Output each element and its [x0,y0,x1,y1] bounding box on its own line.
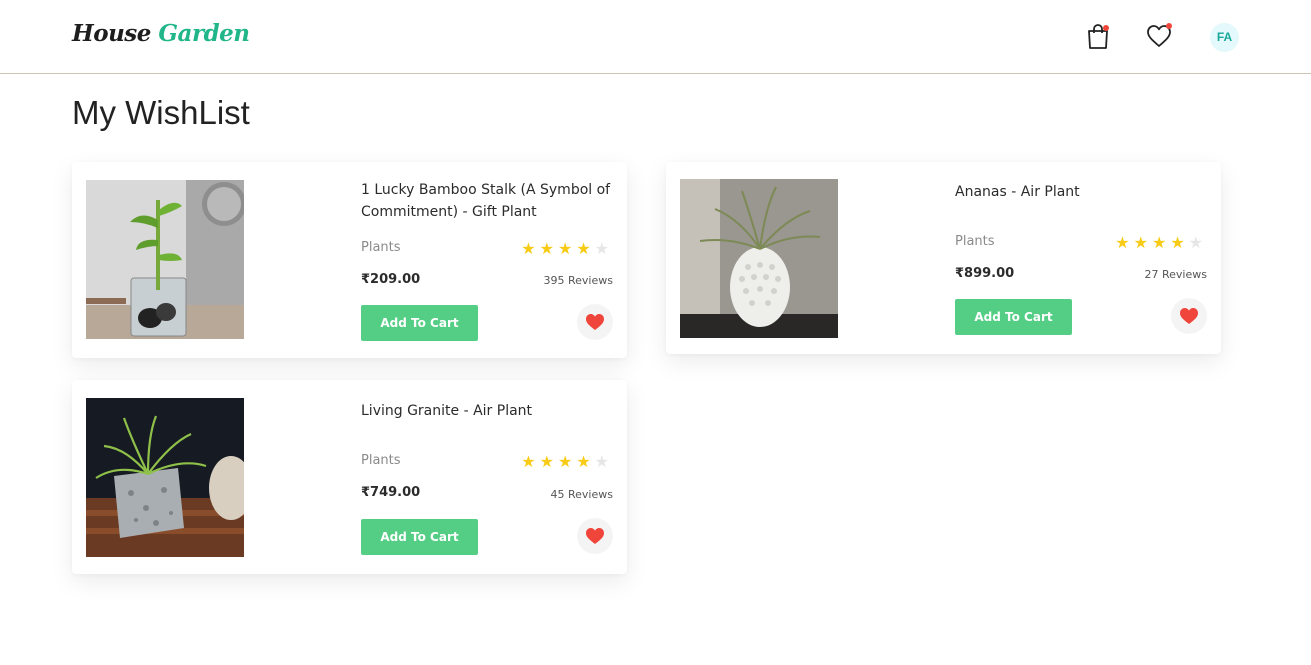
star-empty-icon: ★ [594,239,613,258]
top-navbar: House Garden FA [0,0,1311,74]
wishlist-card: Living Granite - Air Plant Plants ★★★★★ … [72,380,627,574]
product-name[interactable]: Living Granite - Air Plant [361,400,621,422]
heart-filled-icon [586,528,604,544]
star-icon: ★ [557,452,577,471]
logo[interactable]: House Garden [72,20,250,47]
star-empty-icon: ★ [1188,233,1207,252]
wishlist-button[interactable] [1146,22,1172,50]
product-image-ananas[interactable] [680,179,838,338]
review-count[interactable]: 395 Reviews [544,274,613,287]
product-image-living-granite[interactable] [86,398,244,557]
wishlist-notification-dot [1166,23,1172,29]
product-name[interactable]: Ananas - Air Plant [955,181,1215,203]
product-price: ₹209.00 [361,272,421,287]
product-price: ₹749.00 [361,485,421,500]
cart-notification-dot [1103,25,1109,31]
logo-word-house: House [72,20,151,47]
star-icon: ★ [1170,233,1189,252]
page-title: My WishList [72,94,250,131]
heart-filled-icon [1180,308,1198,324]
star-icon: ★ [576,239,595,258]
star-icon: ★ [1151,233,1171,252]
wishlist-card: 1 Lucky Bamboo Stalk (A Symbol of Commit… [72,162,627,358]
heart-filled-icon [586,314,604,330]
cart-button[interactable] [1085,22,1111,50]
star-icon: ★ [521,239,540,258]
star-rating: ★★★★★ [521,241,613,257]
wishlist-card: Ananas - Air Plant Plants ★★★★★ ₹899.00 … [666,162,1221,354]
star-rating: ★★★★★ [521,454,613,470]
product-image-lucky-bamboo[interactable] [86,180,244,339]
star-icon: ★ [539,239,558,258]
review-count[interactable]: 27 Reviews [1145,268,1207,281]
product-category: Plants [361,453,401,468]
logo-word-garden: Garden [158,20,250,47]
add-to-cart-button[interactable]: Add To Cart [361,305,478,341]
product-category: Plants [361,240,401,255]
star-icon: ★ [539,452,558,471]
remove-from-wishlist-button[interactable] [1171,298,1207,334]
remove-from-wishlist-button[interactable] [577,518,613,554]
star-empty-icon: ★ [594,452,613,471]
star-icon: ★ [576,452,595,471]
star-icon: ★ [557,239,577,258]
add-to-cart-button[interactable]: Add To Cart [955,299,1072,335]
add-to-cart-button[interactable]: Add To Cart [361,519,478,555]
product-name[interactable]: 1 Lucky Bamboo Stalk (A Symbol of Commit… [361,179,621,223]
remove-from-wishlist-button[interactable] [577,304,613,340]
star-icon: ★ [521,452,540,471]
product-category: Plants [955,234,995,249]
star-rating: ★★★★★ [1115,235,1207,251]
product-price: ₹899.00 [955,266,1015,281]
star-icon: ★ [1115,233,1134,252]
star-icon: ★ [1133,233,1152,252]
review-count[interactable]: 45 Reviews [551,488,613,501]
user-avatar[interactable]: FA [1210,23,1239,52]
